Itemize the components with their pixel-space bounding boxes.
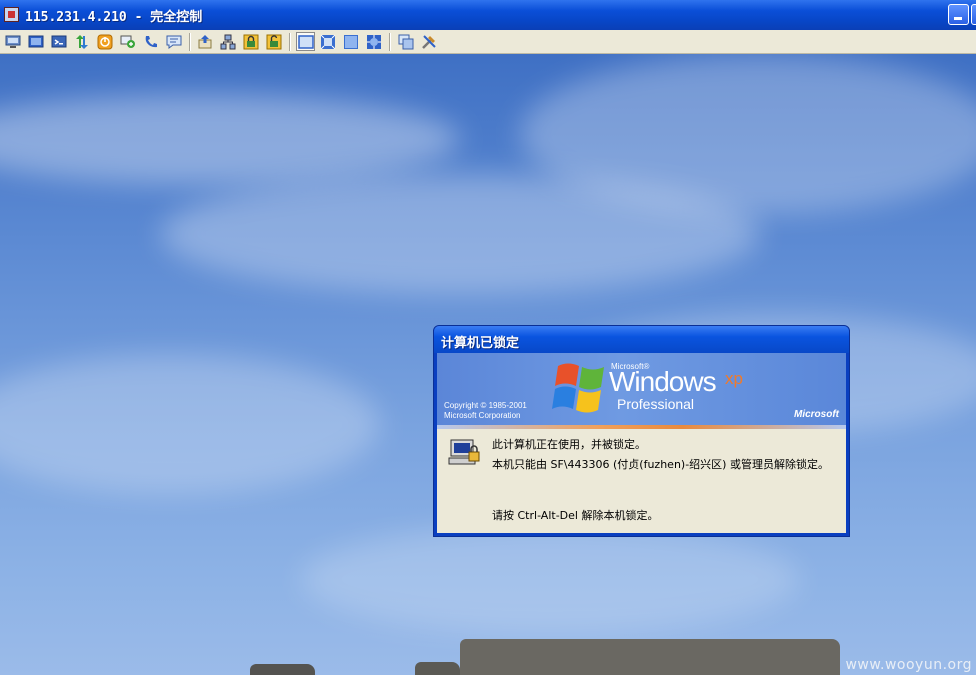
- copyright-line: Microsoft Corporation: [444, 411, 521, 420]
- message-icon[interactable]: [164, 32, 183, 51]
- voice-call-icon[interactable]: [141, 32, 160, 51]
- chat-icon[interactable]: [118, 32, 137, 51]
- locked-computer-icon: [448, 439, 480, 465]
- cloud-shape: [300, 524, 800, 634]
- cloud-shape: [0, 94, 460, 184]
- view-fit-icon[interactable]: [318, 32, 337, 51]
- toolbar-separator: [289, 33, 291, 51]
- dialog-body: 此计算机正在使用，并被锁定。 本机只能由 SF\443306 (付贞(fuzhe…: [437, 429, 846, 533]
- network-icon[interactable]: [218, 32, 237, 51]
- watermark-text: www.wooyun.org: [845, 657, 972, 673]
- unlock-icon[interactable]: [264, 32, 283, 51]
- xp-wordmark: xp: [725, 369, 743, 388]
- stonehenge-rock: [250, 664, 315, 675]
- copyright-line: Copyright © 1985-2001: [444, 401, 527, 410]
- file-transfer-icon[interactable]: [195, 32, 214, 51]
- windows-xp-banner: Microsoft® Windows xp Professional Copyr…: [437, 353, 846, 429]
- window-titlebar: 115.231.4.210 - 完全控制: [0, 0, 976, 30]
- view-fullscreen-icon[interactable]: [364, 32, 383, 51]
- toolbar: [0, 30, 976, 54]
- dialog-title: 计算机已锁定: [441, 336, 520, 351]
- switch-window-icon[interactable]: [396, 32, 415, 51]
- power-icon[interactable]: [95, 32, 114, 51]
- window-title: 115.231.4.210 - 完全控制: [25, 10, 203, 25]
- toolbar-separator: [189, 33, 191, 51]
- microsoft-brand-logo: Microsoft: [794, 409, 839, 420]
- windows-flag-logo: [552, 363, 604, 413]
- ctrl-alt-del-instruction: 请按 Ctrl-Alt-Del 解除本机锁定。: [492, 509, 659, 522]
- edition-text: Professional: [617, 396, 695, 412]
- connection-options-icon[interactable]: [3, 32, 22, 51]
- full-screen-icon[interactable]: [26, 32, 45, 51]
- unlock-permission-message: 本机只能由 SF\443306 (付贞(fuzhen)-绍兴区) 或管理员解除锁…: [492, 458, 829, 471]
- minimize-button[interactable]: [948, 4, 969, 25]
- remote-control-app-icon[interactable]: [4, 7, 19, 22]
- maximize-button[interactable]: [971, 4, 976, 25]
- view-normal-icon[interactable]: [296, 32, 315, 51]
- windows-wordmark: Windows: [609, 366, 717, 397]
- lock-icon[interactable]: [241, 32, 260, 51]
- refresh-icon[interactable]: [72, 32, 91, 51]
- computer-locked-dialog: 计算机已锁定 Microsoft® Windows xp Professiona…: [433, 325, 850, 537]
- dialog-titlebar: 计算机已锁定: [434, 326, 849, 353]
- cloud-shape: [0, 354, 380, 494]
- view-stretch-icon[interactable]: [341, 32, 360, 51]
- toolbar-separator: [389, 33, 391, 51]
- stonehenge-rock: [415, 662, 460, 675]
- copyright-text: Copyright © 1985-2001 Microsoft Corporat…: [444, 401, 527, 421]
- ctrl-alt-del-icon[interactable]: [49, 32, 68, 51]
- tools-icon[interactable]: [419, 32, 438, 51]
- cloud-shape: [520, 54, 976, 214]
- locked-message: 此计算机正在使用，并被锁定。: [492, 438, 646, 451]
- stonehenge-rock: [460, 639, 840, 675]
